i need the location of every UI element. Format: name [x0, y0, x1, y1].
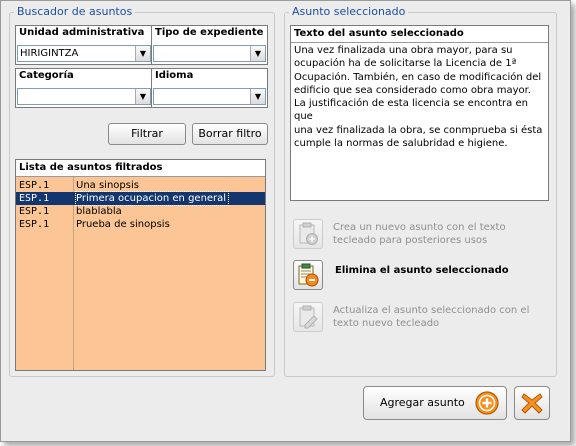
subject-text-box[interactable]: Texto del asunto seleccionado Una vez fi…: [290, 25, 549, 201]
update-label-line: texto nuevo tecleado: [333, 318, 440, 329]
selected-subject-group: Asunto seleccionado Texto del asunto sel…: [284, 5, 557, 377]
filter-button[interactable]: Filtrar: [108, 123, 186, 145]
list-item-name: Prueba de sinopsis: [76, 219, 170, 230]
text-line: cumple la normas de salubridad e higiene…: [294, 138, 508, 150]
list-item-name: Una sinopsis: [76, 180, 139, 191]
list-item-code: ESP.1: [19, 206, 50, 217]
delete-subject-button[interactable]: [293, 260, 323, 290]
list-header: Lista de asuntos filtrados: [16, 160, 265, 177]
list-item-name: blablabla: [76, 206, 122, 217]
close-icon: [521, 393, 543, 414]
clipboard-delete-icon: [298, 263, 319, 287]
unidad-select[interactable]: HIRIGINTZA ▼: [17, 45, 151, 62]
clear-filter-button[interactable]: Borrar filtro: [192, 123, 268, 145]
list-item-code: ESP.1: [19, 193, 50, 204]
create-label-line: tecleado para posteriores usos: [333, 235, 488, 246]
subject-text-body[interactable]: Una vez finalizada una obra mayor, para …: [294, 44, 544, 150]
search-group-title: Buscador de asuntos: [14, 5, 136, 19]
list-item[interactable]: ESP.1 blablabla: [16, 205, 265, 218]
selected-group-title: Asunto seleccionado: [289, 5, 409, 19]
delete-subject-label[interactable]: Elimina el asunto seleccionado: [335, 264, 509, 277]
update-subject-button[interactable]: [293, 302, 323, 332]
idioma-select[interactable]: ▼: [153, 88, 266, 105]
list-item-code: ESP.1: [19, 219, 50, 230]
clipboard-add-icon: [299, 222, 318, 245]
close-button[interactable]: [514, 386, 550, 420]
tipo-label: Tipo de expediente: [155, 27, 264, 38]
create-subject-label[interactable]: Crea un nuevo asunto con el texto teclea…: [333, 221, 506, 247]
list-item[interactable]: ESP.1 Primera ocupacion en general: [16, 191, 265, 206]
text-line: ocupación ha de solicitarse la Licencia …: [294, 58, 517, 70]
create-label-line: Crea un nuevo asunto con el texto: [333, 222, 506, 233]
filtered-subjects-list[interactable]: Lista de asuntos filtrados ESP.1 Una sino…: [15, 159, 266, 371]
text-line: La justificación de esta licencia se enc…: [294, 98, 528, 123]
create-subject-button[interactable]: [293, 219, 323, 249]
subject-text-header: Texto del asunto seleccionado: [291, 26, 548, 43]
chevron-down-icon[interactable]: ▼: [135, 89, 150, 104]
clipboard-edit-icon: [299, 305, 318, 329]
update-label-line: Actualiza el asunto seleccionado con el: [333, 305, 530, 316]
idioma-label: Idioma: [155, 70, 194, 81]
list-item-name: Primera ocupacion en general: [74, 191, 230, 206]
text-line: Ocupación. También, en caso de modificac…: [294, 71, 542, 83]
text-line: edificio que sea considerado como obra m…: [294, 84, 531, 96]
dialog-window: Buscador de asuntos Unidad administrativ…: [0, 0, 571, 442]
add-subject-button[interactable]: Agregar asunto: [363, 386, 507, 420]
list-item[interactable]: ESP.1 Una sinopsis: [16, 179, 265, 192]
add-subject-label: Agregar asunto: [380, 396, 465, 409]
chevron-down-icon[interactable]: ▼: [135, 46, 150, 61]
categoria-select[interactable]: ▼: [17, 88, 151, 105]
tipo-select[interactable]: ▼: [153, 45, 266, 62]
unidad-label: Unidad administrativa: [19, 27, 145, 38]
unidad-value: HIRIGINTZA: [20, 48, 79, 59]
list-item-code: ESP.1: [19, 180, 50, 191]
text-line: Una vez finalizada una obra mayor, para …: [294, 45, 513, 56]
filter-grid-top: Unidad administrativa Tipo de expediente…: [15, 25, 268, 65]
add-icon: [475, 391, 499, 415]
categoria-label: Categoría: [19, 70, 74, 81]
update-subject-label[interactable]: Actualiza el asunto seleccionado con el …: [333, 304, 529, 330]
search-group: Buscador de asuntos Unidad administrativ…: [9, 5, 275, 377]
text-line: una vez finalizada la obra, se conmprueb…: [294, 124, 543, 136]
chevron-down-icon[interactable]: ▼: [250, 46, 265, 61]
chevron-down-icon[interactable]: ▼: [250, 89, 265, 104]
filter-grid-bottom: Categoría Idioma ▼ ▼: [15, 68, 268, 108]
list-item[interactable]: ESP.1 Prueba de sinopsis: [16, 218, 265, 231]
